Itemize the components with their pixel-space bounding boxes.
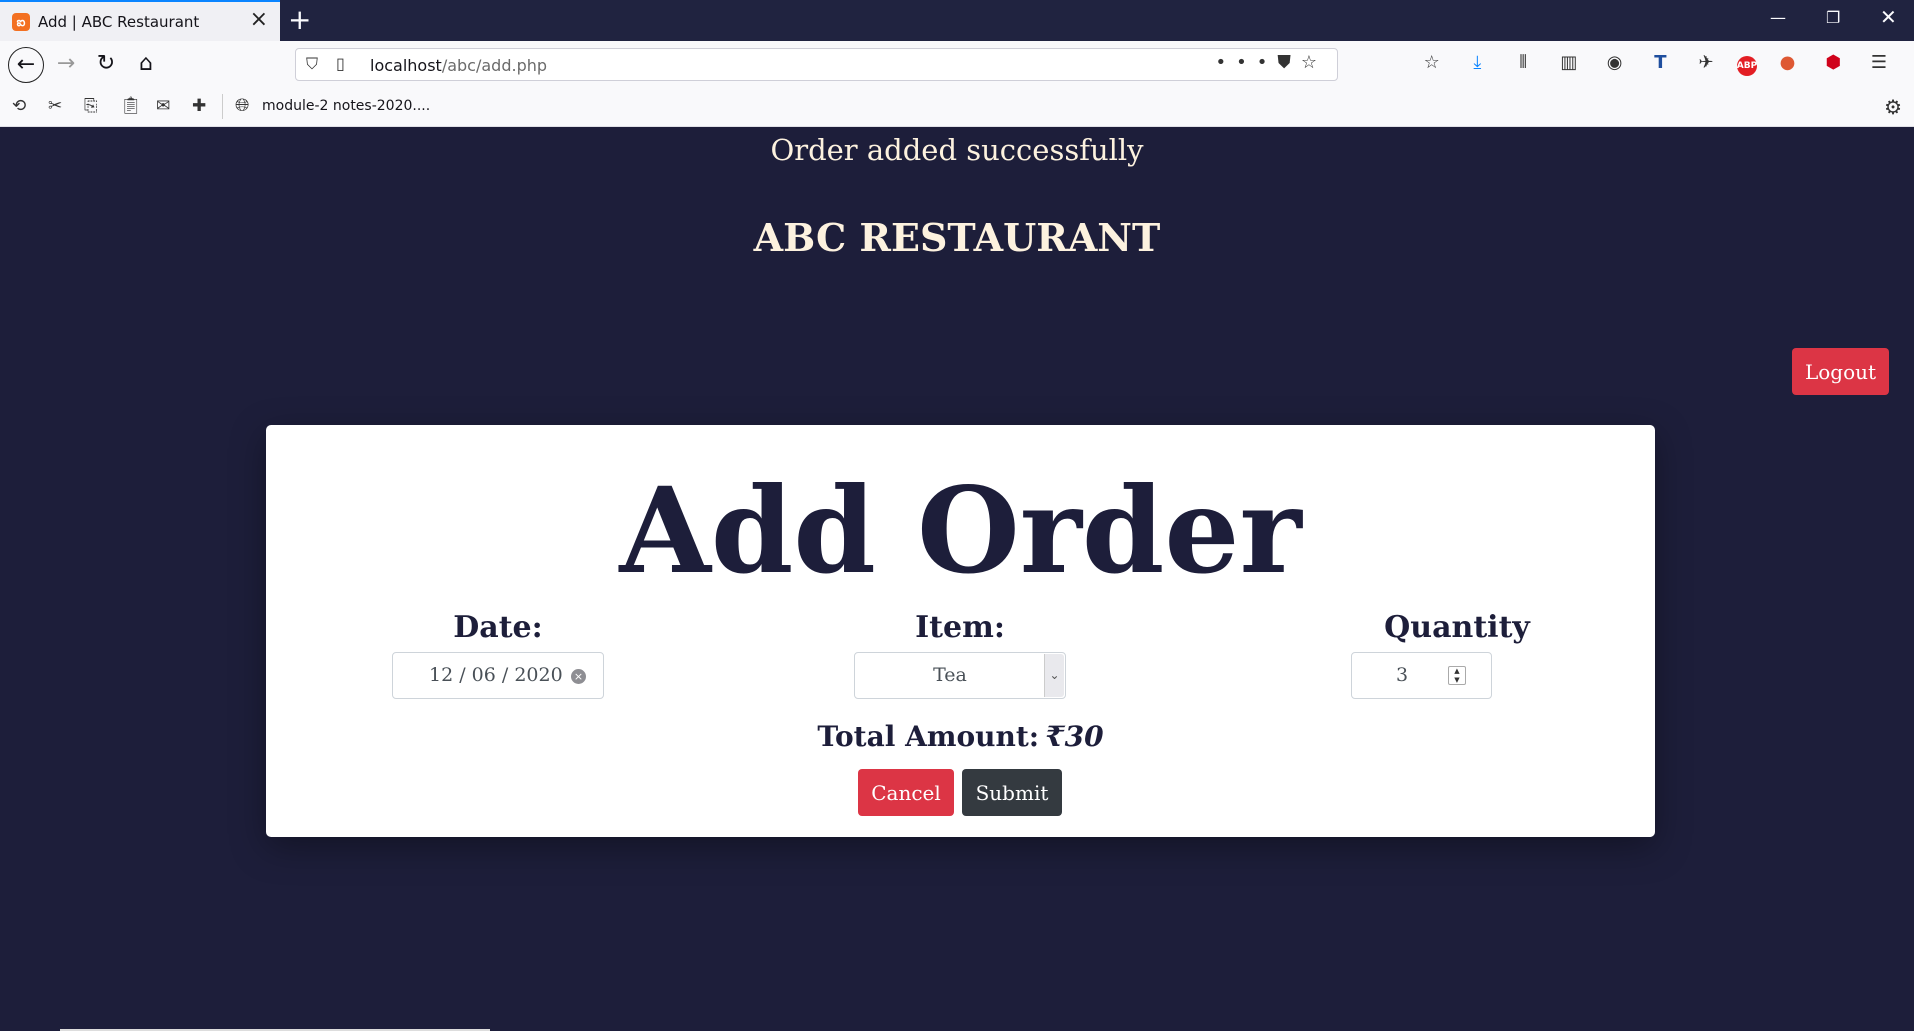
extension-icon[interactable]: ✈ — [1691, 52, 1721, 73]
quantity-value: 3 — [1395, 664, 1409, 686]
back-icon[interactable]: ← — [8, 47, 44, 83]
date-value: 12 / 06 / 2020 — [429, 664, 563, 686]
close-window-icon[interactable]: ✕ — [1880, 5, 1897, 29]
cancel-button[interactable]: Cancel — [858, 769, 954, 816]
tracking-shield-icon[interactable]: ⛉ — [306, 54, 318, 74]
cut-icon[interactable]: ✂ — [48, 96, 84, 116]
sidebar-icon[interactable]: ▥ — [1554, 52, 1584, 73]
item-select[interactable]: Tea ⌄ — [854, 652, 1066, 699]
item-selected-value: Tea — [933, 664, 967, 686]
toolbar-icons: ☆ ⤓ ⫴ ▥ ◉ T ✈ ABP ● ⬢ ☰ — [1407, 52, 1894, 76]
translate-extension-icon[interactable]: T — [1645, 52, 1675, 73]
url-text[interactable]: localhost/abc/add.php — [370, 56, 547, 75]
history-icon[interactable]: ⟲ — [12, 96, 48, 116]
date-input[interactable]: 12 / 06 / 2020 × — [392, 652, 604, 699]
toolbar-divider — [222, 94, 223, 119]
email-icon[interactable]: ✉ — [156, 96, 192, 116]
paste-icon[interactable]: 📋︎ — [120, 96, 156, 116]
form-title: Add Order — [619, 461, 1302, 600]
quantity-input[interactable]: 3 ▲ ▼ — [1351, 652, 1492, 699]
item-label: Item: — [915, 610, 1005, 645]
clear-date-icon[interactable]: × — [571, 669, 586, 684]
success-message: Order added successfully — [770, 133, 1144, 167]
reload-icon[interactable]: ↻ — [90, 48, 122, 80]
restaurant-name: ABC RESTAURANT — [753, 215, 1161, 260]
menu-icon[interactable]: ☰ — [1864, 52, 1894, 73]
bookmark-star-icon[interactable]: ☆ — [1301, 52, 1327, 73]
downloads-icon[interactable]: ⤓ — [1462, 52, 1492, 73]
logout-button[interactable]: Logout — [1792, 348, 1889, 395]
date-label: Date: — [453, 610, 543, 645]
bookmarks-toolbar: ⟲ ✂ ⎘ 📋︎ ✉ ✚ 🌐︎ module-2 notes-2020.... ⚙ — [0, 86, 1914, 127]
close-tab-icon[interactable]: × — [250, 9, 268, 31]
duckduckgo-icon[interactable]: ● — [1773, 52, 1803, 73]
browser-navigation-bar: ← → ↻ ⌂ ⛉ ▯ localhost/abc/add.php •••⛊ ☆ … — [0, 41, 1914, 86]
reading-list-icon[interactable]: ☆ — [1417, 52, 1447, 73]
chevron-down-icon[interactable]: ⌄ — [1044, 654, 1064, 697]
restore-window-icon[interactable]: ❐ — [1826, 8, 1840, 27]
copy-icon[interactable]: ⎘ — [84, 96, 120, 116]
minimize-window-icon[interactable]: — — [1770, 8, 1786, 27]
tab-title: Add | ABC Restaurant — [38, 13, 200, 31]
total-amount-value: ₹30 — [1045, 720, 1104, 753]
pocket-icon[interactable]: ⛊ — [1277, 52, 1301, 73]
quantity-stepper-icon[interactable]: ▲ ▼ — [1448, 666, 1466, 685]
new-tab-icon[interactable]: + — [288, 5, 311, 35]
page-actions-icon[interactable]: ••• — [1216, 52, 1278, 73]
gear-icon[interactable]: ⚙ — [1884, 95, 1902, 119]
total-amount: Total Amount: ₹30 — [266, 720, 1655, 753]
total-amount-label: Total Amount: — [817, 720, 1040, 753]
bookmark-module-2-notes[interactable]: module-2 notes-2020.... — [262, 98, 430, 114]
browser-tab-bar: ఐ Add | ABC Restaurant × + — ❐ ✕ — [0, 0, 1914, 41]
globe-icon: 🌐︎ — [235, 95, 250, 116]
library-icon[interactable]: ⫴ — [1508, 52, 1538, 73]
page-info-icon[interactable]: ▯ — [336, 54, 345, 73]
url-bar[interactable]: ⛉ ▯ localhost/abc/add.php •••⛊☆ — [295, 48, 1338, 81]
browser-tab[interactable]: ఐ Add | ABC Restaurant × — [0, 0, 280, 41]
forward-icon[interactable]: → — [50, 48, 82, 80]
xampp-favicon-icon: ఐ — [12, 13, 30, 31]
account-icon[interactable]: ◉ — [1600, 52, 1630, 73]
add-order-card: Add Order Date: Item: Quantity 12 / 06 /… — [266, 425, 1655, 837]
ublock-icon[interactable]: ⬢ — [1818, 52, 1848, 73]
adblock-plus-icon[interactable]: ABP — [1736, 56, 1757, 76]
quantity-label: Quantity — [1384, 610, 1530, 645]
submit-button[interactable]: Submit — [962, 769, 1062, 816]
home-icon[interactable]: ⌂ — [130, 48, 162, 80]
